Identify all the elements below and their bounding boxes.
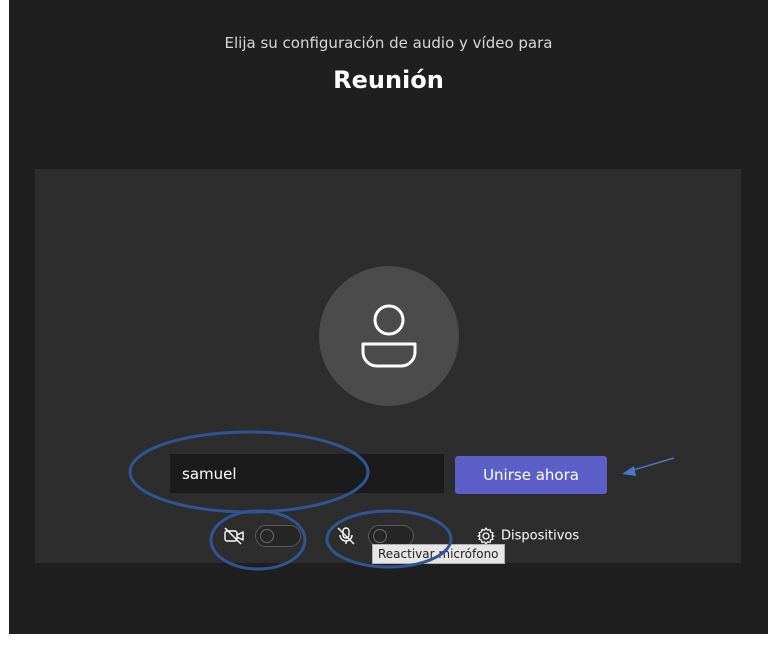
join-arrow-line: [629, 457, 675, 472]
mic-toggle-highlight: [325, 509, 453, 569]
annotation-overlay: [128, 430, 675, 571]
camera-toggle-highlight: [209, 509, 307, 571]
join-arrow-head: [622, 466, 636, 476]
name-field-highlight: [128, 430, 370, 514]
